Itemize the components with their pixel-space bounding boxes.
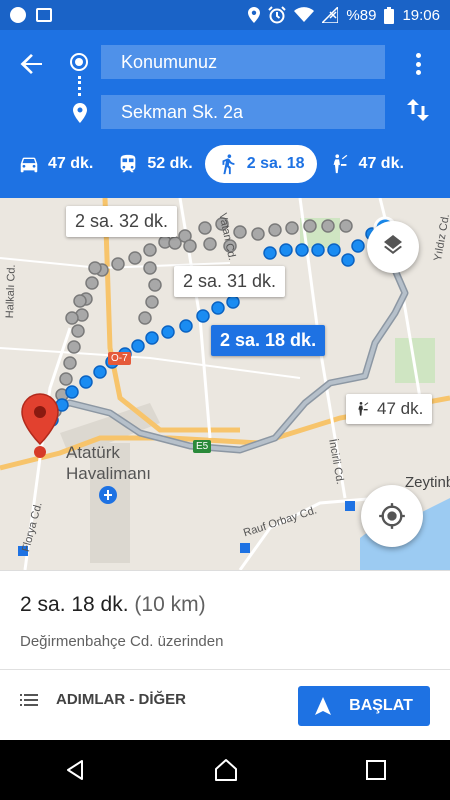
more-dot: [415, 61, 421, 67]
swap-locations-button[interactable]: [404, 96, 432, 124]
walking-route-dots: [45, 219, 392, 427]
origin-pin: [21, 393, 59, 458]
no-signal-icon: [322, 7, 339, 23]
back-button[interactable]: [18, 50, 46, 78]
mode-tab-car[interactable]: 47 dk.: [6, 145, 105, 183]
battery-level: %89: [346, 6, 377, 24]
alarm-icon: [268, 6, 287, 24]
system-nav-bar: [0, 740, 450, 800]
route-label-car[interactable]: 47 dk.: [346, 394, 433, 424]
route-distance: (10 km): [134, 593, 206, 616]
route-connector-dots: [78, 76, 81, 96]
walk-icon: [222, 154, 235, 175]
route-label-car-text: 47 dk.: [377, 399, 424, 418]
back-triangle-icon[interactable]: [63, 758, 87, 782]
status-time: 19:06: [402, 6, 440, 24]
route-label-main[interactable]: 2 sa. 18 dk.: [211, 325, 326, 356]
recents-square-icon[interactable]: [365, 759, 387, 781]
mode-label-car: 47 dk.: [48, 155, 94, 172]
my-location-button[interactable]: [361, 485, 423, 547]
route-via: Değirmenbahçe Cd. üzerinden: [20, 633, 224, 650]
route-summary-heading: 2 sa. 18 dk. (10 km): [20, 593, 206, 617]
road-badge-e5: E5: [193, 440, 212, 453]
mode-label-walk: 2 sa. 18: [246, 155, 305, 172]
list-icon: [20, 693, 38, 706]
route-label-alt1[interactable]: 2 sa. 32 dk.: [66, 206, 178, 237]
swap-vert-icon: [407, 99, 429, 121]
ride-hail-icon: [358, 402, 369, 416]
place-airport-line2: Havalimanı: [66, 464, 152, 483]
more-dot: [415, 70, 421, 75]
image-notification-icon: [36, 8, 52, 22]
destination-pin-icon: [73, 103, 87, 123]
route-duration: 2 sa. 18 dk.: [20, 593, 129, 616]
navigation-arrow-icon: [315, 697, 332, 715]
notification-dot-icon: [10, 7, 26, 23]
map-view[interactable]: 2 sa. 32 dk. 2 sa. 31 dk. 2 sa. 18 dk. 4…: [0, 198, 450, 570]
layers-button[interactable]: [367, 221, 419, 273]
divider: [0, 669, 450, 670]
mode-label-ride: 47 dk.: [358, 155, 404, 172]
status-bar: %89 19:06: [0, 0, 450, 30]
wifi-icon: [294, 7, 315, 22]
mode-tab-transit[interactable]: 52 dk.: [105, 145, 204, 183]
more-dot: [415, 53, 421, 58]
start-navigation-button[interactable]: BAŞLAT: [298, 686, 430, 726]
more-options-button[interactable]: [406, 50, 430, 78]
battery-icon: [384, 6, 395, 24]
start-label: BAŞLAT: [349, 697, 413, 714]
origin-icon: [70, 53, 88, 71]
route-summary-panel: 2 sa. 18 dk. (10 km) Değirmenbahçe Cd. ü…: [0, 570, 450, 740]
home-icon[interactable]: [213, 757, 239, 783]
car-icon: [20, 157, 38, 173]
arrow-back-icon: [20, 54, 42, 74]
route-label-alt2[interactable]: 2 sa. 31 dk.: [174, 266, 286, 297]
origin-field[interactable]: Konumunuz: [101, 45, 385, 79]
road-badge-o7: O-7: [108, 352, 131, 365]
steps-more-button[interactable]: ADIMLAR - DİĞER: [20, 691, 186, 708]
travel-mode-tabs: 47 dk. 52 dk. 2 sa. 18 47 dk.: [0, 140, 450, 188]
ride-hail-icon: [333, 154, 347, 174]
my-location-icon: [379, 503, 405, 529]
layers-icon: [384, 235, 402, 254]
train-icon: [121, 154, 136, 173]
street-halkali: Halkalı Cd.: [4, 264, 18, 319]
destination-field[interactable]: Sekman Sk. 2a: [101, 95, 385, 129]
steps-more-label: ADIMLAR - DİĞER: [56, 691, 186, 708]
mode-tab-walk[interactable]: 2 sa. 18: [204, 145, 317, 183]
directions-header: Konumunuz Sekman Sk. 2a 47 dk. 52 dk. 2 …: [0, 30, 450, 198]
mode-tab-ride[interactable]: 47 dk.: [317, 145, 416, 183]
place-zeytin: Zeytinb: [405, 474, 450, 491]
mode-label-transit: 52 dk.: [147, 155, 193, 172]
location-icon: [248, 7, 261, 23]
place-airport-line1: Atatürk: [66, 443, 120, 462]
